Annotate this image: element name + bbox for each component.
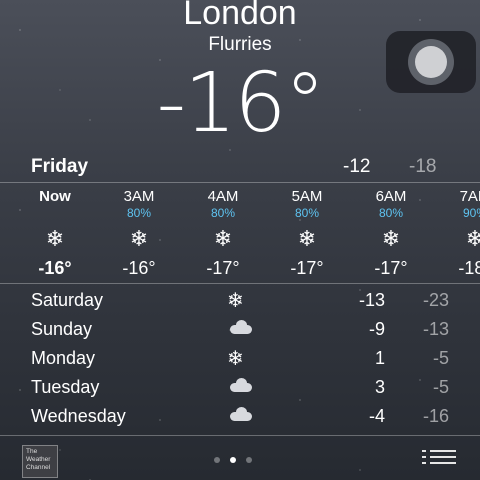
hour-temp: -17° (374, 258, 408, 278)
hour-item: 7AM 90% ❄ -18° (440, 188, 480, 279)
snowflake-icon: ❄ (129, 226, 149, 251)
footer-bar: The Weather Channel (0, 436, 480, 480)
page-dot-active (230, 457, 236, 463)
hour-time: 4AM (207, 188, 239, 205)
daily-day: Wednesday (31, 406, 126, 426)
hour-item-clipped: 7AM 90% ❄ -18° (440, 188, 480, 280)
hour-temp: -17° (290, 258, 324, 278)
daily-low: -13 (422, 319, 449, 339)
daily-day: Monday (31, 348, 96, 368)
hour-precip: 90% (462, 206, 480, 220)
daily-row: Monday ❄ 1 -5 (31, 348, 471, 376)
cloud-icon (227, 375, 253, 398)
snowflake-icon: ❄ (213, 226, 233, 251)
hour-time: 7AM (459, 188, 480, 205)
daily-day: Saturday (31, 290, 104, 310)
daily-high: -9 (368, 319, 385, 339)
daily-day: Sunday (31, 319, 93, 339)
today-high: -12 (343, 156, 371, 177)
hour-item: Now ❄ -16° (20, 188, 90, 279)
daily-row: Sunday -9 -13 (31, 319, 471, 347)
divider-middle (0, 283, 480, 284)
snowflake-icon: ❄ (227, 290, 244, 312)
divider-top (0, 182, 480, 183)
hour-precip: 80% (378, 206, 404, 220)
daily-low: -16 (422, 406, 449, 426)
hour-precip: 80% (294, 206, 320, 220)
hour-time: 5AM (291, 188, 323, 205)
city-name: London (183, 0, 297, 32)
daily-high: 1 (374, 348, 385, 368)
daily-high: -13 (358, 290, 385, 310)
hour-time: Now (39, 188, 71, 205)
today-low: -18 (409, 156, 437, 177)
list-icon[interactable] (422, 448, 456, 466)
snowflake-icon: ❄ (381, 226, 401, 251)
hour-time: 6AM (375, 188, 407, 205)
daily-low: -5 (432, 348, 449, 368)
snowflake-icon: ❄ (465, 226, 480, 251)
snowflake-icon: ❄ (297, 226, 317, 251)
daily-low: -23 (422, 290, 449, 310)
weather-channel-logo[interactable]: The Weather Channel (22, 445, 58, 478)
daily-row: Wednesday -4 -16 (31, 406, 471, 434)
snowflake-icon: ❄ (45, 226, 65, 251)
daily-high: 3 (374, 377, 385, 397)
cloud-icon (227, 317, 253, 340)
hour-item: 4AM 80% ❄ -17° (188, 188, 258, 279)
today-day: Friday (31, 156, 89, 177)
hour-time: 3AM (123, 188, 155, 205)
hour-item: 3AM 80% ❄ -16° (104, 188, 174, 279)
page-indicator[interactable] (214, 450, 262, 468)
snowflake-icon: ❄ (227, 348, 244, 370)
hour-item: 6AM 80% ❄ -17° (356, 188, 426, 279)
hour-precip: 80% (126, 206, 152, 220)
hour-temp: -16° (38, 258, 72, 278)
hour-precip: 80% (210, 206, 236, 220)
hour-temp: -18° (458, 258, 480, 278)
hour-temp: -16° (122, 258, 156, 278)
daily-day: Tuesday (31, 377, 100, 397)
daily-row: Saturday ❄ -13 -23 (31, 290, 471, 318)
assistive-touch-dot (415, 46, 447, 78)
hour-precip (20, 206, 90, 222)
daily-low: -5 (432, 377, 449, 397)
today-summary: Friday -12 -18 (31, 156, 471, 178)
hour-item: 5AM 80% ❄ -17° (272, 188, 342, 279)
daily-high: -4 (368, 406, 385, 426)
page-dot (214, 457, 220, 463)
page-dot (246, 457, 252, 463)
daily-row: Tuesday 3 -5 (31, 377, 471, 405)
hour-temp: -17° (206, 258, 240, 278)
cloud-icon (227, 404, 253, 427)
assistive-touch-button[interactable] (386, 31, 476, 93)
